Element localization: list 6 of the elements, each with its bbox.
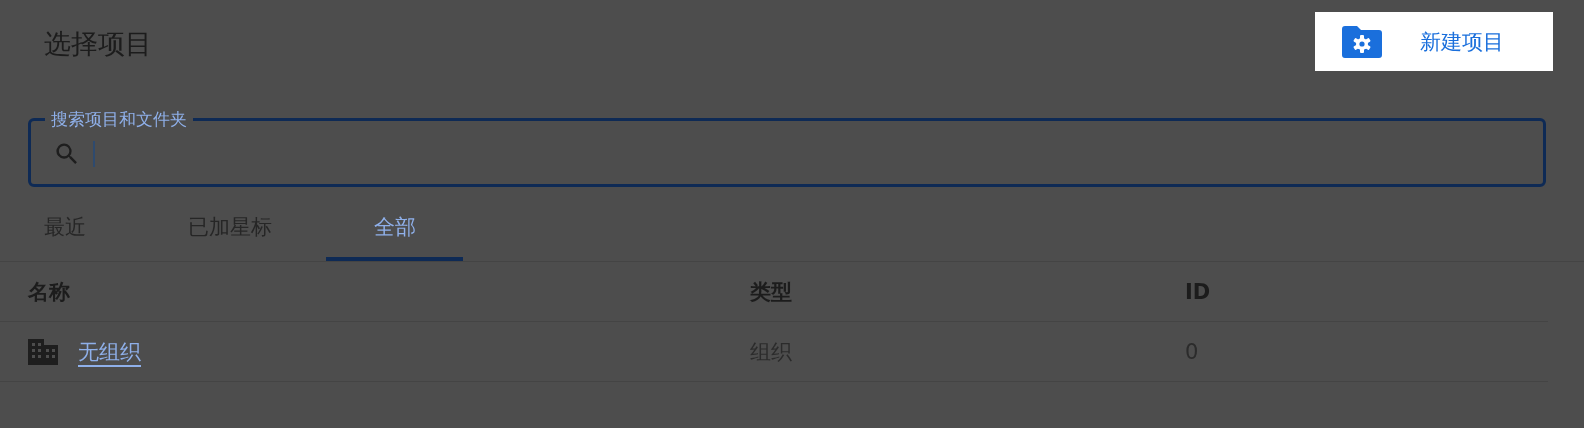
building-icon [28,338,58,365]
new-project-button[interactable]: 新建项目 [1315,12,1553,71]
search-field[interactable]: 搜索项目和文件夹 [28,109,1546,187]
project-link[interactable]: 无组织 [78,337,141,366]
tab[interactable]: 全部 [326,204,463,261]
folder-gear-icon [1342,25,1382,58]
